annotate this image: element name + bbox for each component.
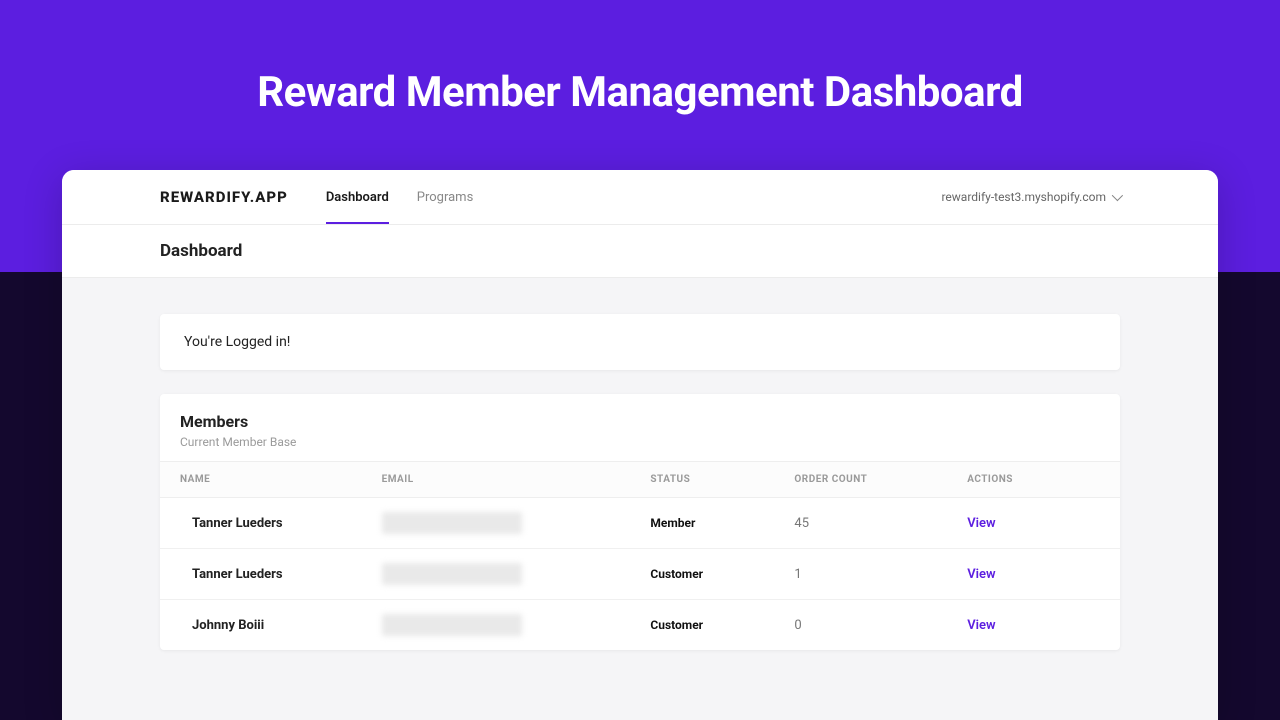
tab-programs[interactable]: Programs (417, 170, 474, 224)
notice-card: You're Logged in! (160, 314, 1120, 370)
topbar: REWARDIFY.APP Dashboard Programs rewardi… (62, 170, 1218, 225)
view-button[interactable]: View (967, 567, 995, 582)
table-row: Tanner Lueders Customer 1 View (160, 549, 1120, 600)
members-table: NAME EMAIL STATUS ORDER COUNT ACTIONS Ta… (160, 461, 1120, 650)
view-button[interactable]: View (967, 618, 995, 633)
col-actions: ACTIONS (947, 462, 1120, 498)
col-email: EMAIL (362, 462, 631, 498)
members-title: Members (180, 412, 1100, 431)
member-status: Customer (630, 600, 774, 651)
member-status: Member (630, 498, 774, 549)
members-card: Members Current Member Base NAME EMAIL S… (160, 394, 1120, 650)
members-subtitle: Current Member Base (180, 435, 1100, 449)
tab-dashboard[interactable]: Dashboard (326, 170, 389, 224)
col-order-count: ORDER COUNT (774, 462, 947, 498)
member-email (362, 600, 631, 651)
table-row: Tanner Lueders Member 45 View (160, 498, 1120, 549)
member-order-count: 45 (774, 498, 947, 549)
page-title: Dashboard (160, 241, 1120, 261)
view-button[interactable]: View (967, 516, 995, 531)
app-window: REWARDIFY.APP Dashboard Programs rewardi… (62, 170, 1218, 720)
member-email (362, 549, 631, 600)
redacted-email (382, 614, 522, 636)
table-row: Johnny Boiii Customer 0 View (160, 600, 1120, 651)
member-status: Customer (630, 549, 774, 600)
shop-label: rewardify-test3.myshopify.com (941, 190, 1106, 204)
chevron-down-icon (1112, 190, 1123, 201)
member-name: Tanner Lueders (160, 498, 362, 549)
member-order-count: 0 (774, 600, 947, 651)
page-title-bar: Dashboard (62, 225, 1218, 278)
hero-title: Reward Member Management Dashboard (0, 0, 1280, 117)
nav-tabs: Dashboard Programs (326, 170, 473, 224)
member-email (362, 498, 631, 549)
member-name: Johnny Boiii (160, 600, 362, 651)
redacted-email (382, 512, 522, 534)
member-order-count: 1 (774, 549, 947, 600)
member-name: Tanner Lueders (160, 549, 362, 600)
col-name: NAME (160, 462, 362, 498)
col-status: STATUS (630, 462, 774, 498)
brand-logo: REWARDIFY.APP (160, 188, 288, 206)
shop-selector[interactable]: rewardify-test3.myshopify.com (941, 190, 1120, 204)
redacted-email (382, 563, 522, 585)
